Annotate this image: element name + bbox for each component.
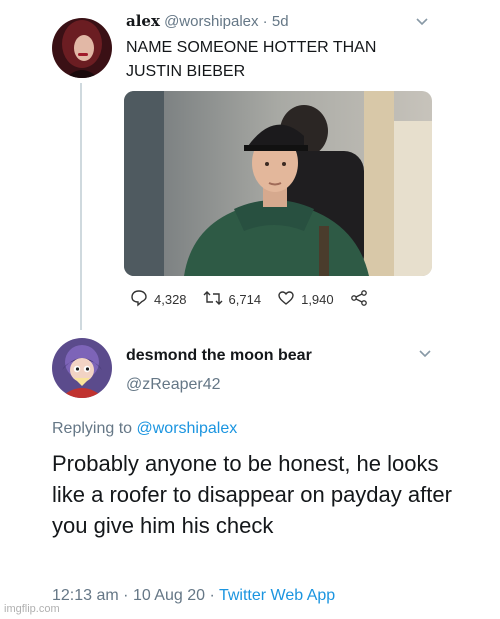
- separator: ·: [258, 13, 272, 30]
- replying-to: Replying to @worshipalex: [52, 420, 237, 438]
- display-name[interactable]: desmond the moon bear: [126, 347, 312, 365]
- tweet-header: alex @worshipalex · 5d: [126, 12, 289, 30]
- handle[interactable]: @zReaper42: [126, 376, 221, 394]
- avatar[interactable]: [52, 338, 112, 398]
- reply-button[interactable]: 4,328: [130, 289, 187, 310]
- tweet-text: NAME SOMEONE HOTTER THAN JUSTIN BIEBER: [126, 39, 377, 80]
- timestamp[interactable]: 12:13 am: [52, 587, 119, 604]
- chevron-down-icon[interactable]: [418, 346, 432, 362]
- retweet-button[interactable]: 6,714: [203, 289, 262, 310]
- tweet-meta: 12:13 am · 10 Aug 20 · Twitter Web App: [52, 587, 335, 605]
- chevron-down-icon[interactable]: [415, 14, 429, 30]
- tweet-age[interactable]: 5d: [272, 13, 289, 30]
- share-button[interactable]: [350, 289, 374, 310]
- retweet-icon: [203, 289, 229, 310]
- replying-to-label: Replying to: [52, 420, 137, 437]
- watermark: imgflip.com: [4, 603, 60, 615]
- reply-text: Probably anyone to be honest, he looks l…: [52, 451, 452, 538]
- separator: ·: [118, 587, 133, 604]
- retweet-count: 6,714: [228, 291, 262, 307]
- avatar[interactable]: [52, 18, 112, 78]
- like-count: 1,940: [301, 291, 334, 307]
- display-name[interactable]: alex: [126, 12, 160, 30]
- thread-line: [80, 83, 82, 330]
- reply-icon: [130, 289, 154, 310]
- tweet-thread: alex @worshipalex · 5d NAME SOMEONE HOTT…: [28, 0, 470, 619]
- source-link[interactable]: Twitter Web App: [219, 587, 335, 604]
- separator: ·: [205, 587, 219, 604]
- share-icon: [350, 289, 374, 310]
- date[interactable]: 10 Aug 20: [133, 587, 205, 604]
- tweet-actions: 4,328 6,714 1,940: [130, 289, 390, 309]
- like-icon: [277, 289, 301, 310]
- handle[interactable]: @worshipalex: [164, 13, 258, 30]
- reply-count: 4,328: [154, 291, 187, 307]
- like-button[interactable]: 1,940: [277, 289, 334, 310]
- mention-link[interactable]: @worshipalex: [137, 420, 238, 437]
- tweet-photo[interactable]: [124, 91, 432, 276]
